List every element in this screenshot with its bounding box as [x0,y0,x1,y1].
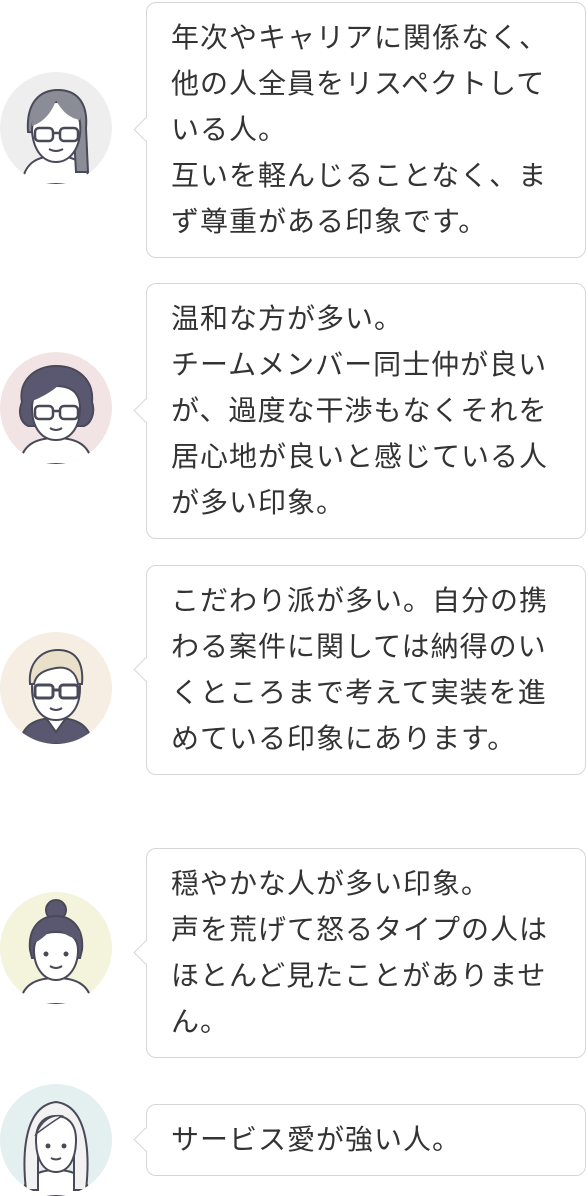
woman-long-hair-icon [20,1100,92,1196]
woman-glasses-curly-hair-icon [18,364,95,464]
avatar [0,892,112,1004]
speech-bubble: 年次やキャリアに関係なく、他の人全員をリスペクトしている人。 互いを軽んじること… [146,2,586,258]
testimonial-text: こだわり派が多い。自分の携わる案件に関しては納得のいくところまで考えて実装を進め… [171,584,549,755]
avatar [0,72,112,184]
woman-glasses-long-hair-icon [20,88,92,184]
testimonial-text: 温和な方が多い。 チームメンバー同士仲が良いが、過度な干渉もなくそれを居心地が良… [171,302,549,519]
avatar [0,352,112,464]
testimonial-text: 穏やかな人が多い印象。 声を荒げて怒るタイプの人はほとんど見たことがありません。 [171,867,549,1038]
speech-bubble: 温和な方が多い。 チームメンバー同士仲が良いが、過度な干渉もなくそれを居心地が良… [146,283,586,539]
speech-bubble: 穏やかな人が多い印象。 声を荒げて怒るタイプの人はほとんど見たことがありません。 [146,848,586,1058]
speech-bubble: こだわり派が多い。自分の携わる案件に関しては納得のいくところまで考えて実装を進め… [146,565,586,775]
avatar [0,632,112,744]
testimonial-text: サービス愛が強い人。 [171,1123,462,1156]
man-glasses-icon [18,648,94,744]
speech-bubble: サービス愛が強い人。 [146,1104,586,1176]
avatar [0,1084,112,1196]
woman-bun-hair-icon [18,899,94,1004]
testimonial-text: 年次やキャリアに関係なく、他の人全員をリスペクトしている人。 互いを軽んじること… [171,21,549,238]
